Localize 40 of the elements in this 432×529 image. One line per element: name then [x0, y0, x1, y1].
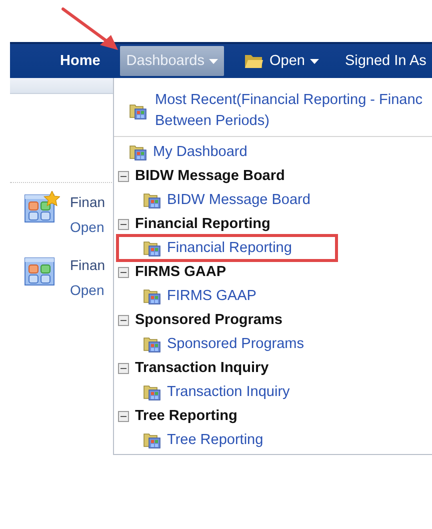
- dashboard-folder-icon: [143, 431, 161, 449]
- dashboard-folder-icon: [143, 239, 161, 257]
- menu-item[interactable]: Financial Reporting: [167, 240, 292, 256]
- menu-item[interactable]: Sponsored Programs: [167, 336, 304, 352]
- open-link[interactable]: Open: [70, 282, 106, 298]
- home-link[interactable]: Home: [54, 46, 106, 76]
- menu-item[interactable]: Between Periods): [155, 111, 423, 132]
- menu-item[interactable]: BIDW Message Board: [167, 192, 310, 208]
- menu-item[interactable]: FIRMS GAAP: [167, 288, 256, 304]
- group-heading: Transaction Inquiry: [135, 360, 269, 376]
- menu-item[interactable]: Most Recent(Financial Reporting - Financ: [155, 90, 423, 111]
- dashboard-title: Finan: [70, 194, 106, 210]
- dashboard-folder-icon: [129, 143, 147, 161]
- collapse-icon[interactable]: [118, 362, 129, 374]
- dashboard-folder-icon: [143, 335, 161, 353]
- dashboard-folder-icon: [143, 383, 161, 401]
- open-menu-button[interactable]: Open: [238, 46, 325, 76]
- signed-in-label: Signed In As: [344, 52, 428, 71]
- group-heading: FIRMS GAAP: [135, 264, 226, 280]
- dashboard-folder-icon: [143, 191, 161, 209]
- caret-icon: [310, 58, 319, 64]
- open-link[interactable]: Open: [70, 219, 106, 235]
- dashboard-title: Finan: [70, 257, 106, 273]
- group-heading: Sponsored Programs: [135, 312, 282, 328]
- menu-item[interactable]: Transaction Inquiry: [167, 384, 290, 400]
- group-heading: BIDW Message Board: [135, 168, 285, 184]
- collapse-icon[interactable]: [118, 410, 129, 422]
- caret-icon: [209, 58, 218, 64]
- dashboard-folder-icon: [129, 102, 147, 120]
- menu-item[interactable]: Tree Reporting: [167, 432, 264, 448]
- folder-icon: [244, 53, 264, 69]
- collapse-icon[interactable]: [118, 266, 129, 278]
- group-heading: Tree Reporting: [135, 408, 238, 424]
- annotation-arrow: [62, 8, 118, 50]
- dashboard-folder-icon: [143, 287, 161, 305]
- menu-item[interactable]: My Dashboard: [153, 144, 248, 160]
- group-heading: Financial Reporting: [135, 216, 270, 232]
- collapse-icon[interactable]: [118, 218, 129, 230]
- collapse-icon[interactable]: [118, 314, 129, 326]
- collapse-icon[interactable]: [118, 170, 129, 182]
